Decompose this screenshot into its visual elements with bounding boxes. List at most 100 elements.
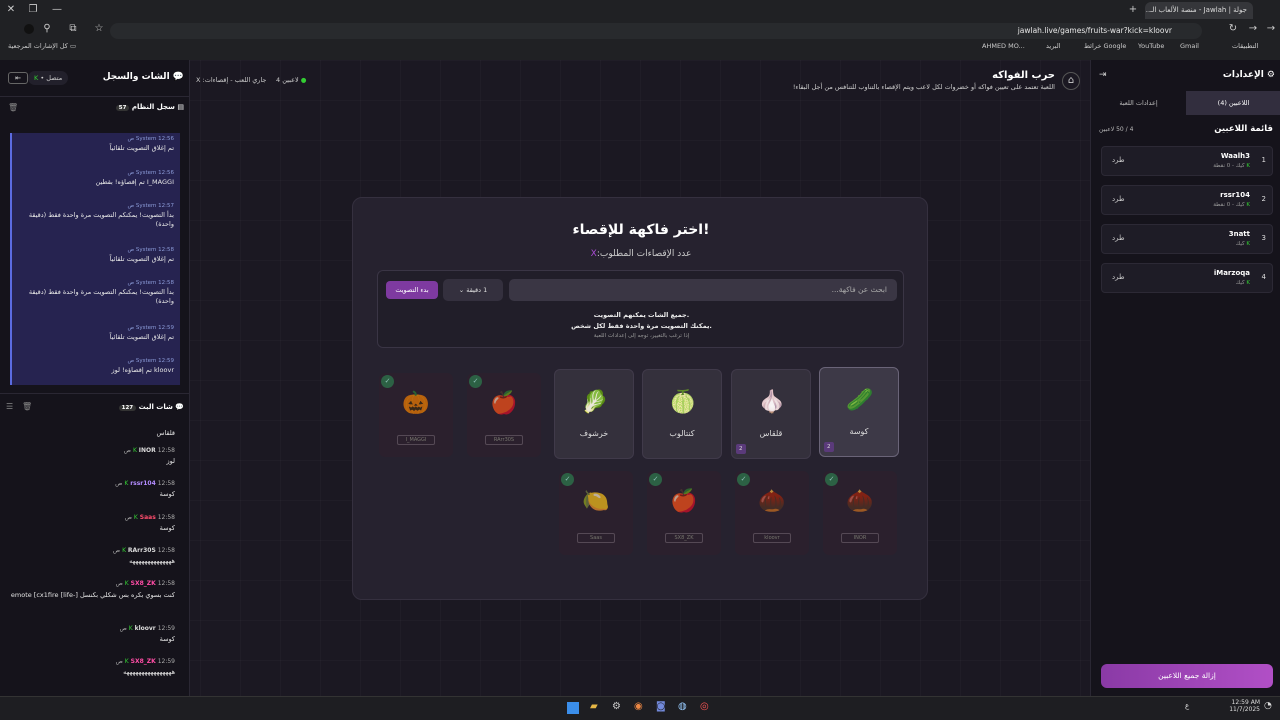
chrome-icon[interactable]: ◉ <box>634 701 643 712</box>
windows-start-icon[interactable] <box>567 702 579 714</box>
kick-button[interactable]: طرد <box>1112 273 1125 281</box>
chat-author: SX8_ZK <box>130 580 156 587</box>
chat-panel-title: 💬 الشات والسجل <box>102 72 184 82</box>
profile-icon[interactable] <box>24 24 34 34</box>
url-field[interactable]: jawlah.live/games/fruits-war?kick=kloovr <box>110 23 1202 39</box>
fruit-option[interactable]: 🍈 كنتالوب <box>642 369 722 459</box>
live-chat-header[interactable]: 💬 شات البث 127 <box>110 403 184 411</box>
page-title: حرب الفواكه <box>992 70 1055 81</box>
player-name: Waalh3 <box>1220 152 1250 160</box>
forward-icon[interactable]: → <box>1246 22 1260 36</box>
taskbar: ▰ ⚙ ◉ ◙ ◍ ◎ ع 12:59 AM 11/7/2025 ◔ <box>0 696 1280 720</box>
close-window-icon[interactable]: ✕ <box>4 3 18 17</box>
zucchini-icon: 🥒 <box>846 388 874 413</box>
required-label: عدد الإقصاءات المطلوب: <box>596 249 692 259</box>
eliminated-fruit: ✓ 🌰 INOR <box>823 471 897 555</box>
pumpkin-icon: 🎃 <box>402 391 430 416</box>
entry-text: kloovr تم إقصاؤه! لوز <box>111 366 174 374</box>
star-icon[interactable]: ☆ <box>92 22 106 36</box>
tab-bar: ✕ ❐ — + جولة | Jawlah - منصة الألعاب الـ… <box>0 0 1280 20</box>
bookmark-ahmed[interactable]: AHMED MO... <box>982 42 1025 58</box>
browser-tab[interactable]: جولة | Jawlah - منصة الألعاب الـ... <box>1145 2 1253 19</box>
kick-button[interactable]: طرد <box>1112 156 1125 164</box>
restore-window-icon[interactable]: ❐ <box>26 3 40 17</box>
clock[interactable]: 12:59 AM 11/7/2025 <box>1226 699 1260 713</box>
system-entry: System 12:57 ص بدأ التصويت! يمكنكم التصوي… <box>10 200 180 245</box>
bookmark-label: YouTube <box>1138 42 1165 50</box>
bookmark-folder-label: كل الإشارات المرجعية <box>8 42 68 50</box>
discord-icon[interactable]: ◙ <box>656 701 666 712</box>
apple-icon: 🍎 <box>670 489 698 514</box>
minimize-window-icon[interactable]: — <box>50 3 64 17</box>
check-icon: ✓ <box>561 473 574 486</box>
reload-icon[interactable]: ↻ <box>1226 22 1240 36</box>
bookmark-label: التطبيقات <box>1232 42 1259 50</box>
fruit-name: قلقاس <box>759 429 783 438</box>
live-chat-title: شات البث <box>138 403 173 411</box>
collapse-panel-icon[interactable]: ⇤ <box>8 72 28 84</box>
bookmark-label: البريد <box>1046 42 1061 50</box>
chat-author: rssr104 <box>130 480 156 487</box>
extensions-icon[interactable]: ⚲ <box>40 22 54 36</box>
entry-text: تم إغلاق التصويت تلقائياً <box>109 144 174 152</box>
chat-message: K INOR 12:58 ص لوز <box>0 447 185 465</box>
entry-author: System <box>135 325 157 331</box>
bookmark-youtube[interactable]: YouTube <box>1138 42 1164 58</box>
back-icon[interactable]: → <box>1264 22 1278 36</box>
bookmark-folder[interactable]: كل الإشارات المرجعية ▭ <box>8 42 76 58</box>
fruit-option[interactable]: 🥒 كوسة 2 <box>819 367 899 457</box>
url-text: jawlah.live/games/fruits-war?kick=kloovr <box>1017 26 1172 35</box>
bookmark-apps[interactable]: التطبيقات <box>1232 42 1258 58</box>
app-icon[interactable]: ◎ <box>700 701 709 712</box>
player-meta: K كيك - 0 نقطة <box>1213 202 1250 208</box>
eliminated-fruit: ✓ 🍎 RArr30S <box>467 373 541 457</box>
fruit-option[interactable]: 🧄 قلقاس 2 <box>731 369 811 459</box>
trash-icon[interactable]: 🗑 <box>22 402 32 411</box>
list-toggle-icon[interactable]: ☰ <box>6 402 13 411</box>
entry-text: بدأ التصويت! يمكنكم التصويت مرة واحدة فق… <box>28 288 174 306</box>
bookmark-gmail[interactable]: Gmail <box>1180 42 1199 58</box>
entry-author: System <box>135 136 157 142</box>
vote-count-badge: 2 <box>824 442 834 452</box>
steam-icon[interactable]: ◍ <box>678 701 687 712</box>
almond-icon: 🌰 <box>846 489 874 514</box>
eliminated-player-tag: I_MAGGI <box>397 435 435 445</box>
kick-button[interactable]: طرد <box>1112 195 1125 203</box>
player-meta: K كيك <box>1235 241 1250 247</box>
tab-players[interactable]: اللاعبين (4) <box>1186 91 1280 115</box>
fruit-search-input[interactable]: ابحث عن فاكهة... <box>509 279 897 301</box>
kick-button[interactable]: طرد <box>1112 234 1125 242</box>
chat-author: INOR <box>138 447 156 454</box>
info-line-2: يمكنك التصويت مرة واحدة فقط لكل شخص. <box>571 322 712 330</box>
file-explorer-icon[interactable]: ▰ <box>590 701 598 712</box>
start-vote-button[interactable]: بدء التصويت <box>386 281 438 299</box>
system-entry: System 12:56 ص I_MAGGI تم إقصاؤه! بقطين <box>10 167 180 201</box>
info-line-3: إذا ترغب بالتغيير، توجه إلى إعدادات اللع… <box>593 333 690 339</box>
apple-icon: 🍎 <box>490 391 518 416</box>
notification-icon[interactable]: ◔ <box>1264 701 1272 711</box>
settings-app-icon[interactable]: ⚙ <box>612 701 621 712</box>
tab-game-settings[interactable]: إعدادات اللعبة <box>1091 91 1186 115</box>
system-entry: System 12:58 ص بدأ التصويت! يمكنكم التصوي… <box>10 277 180 322</box>
player-row: 1 Waalh3 K كيك - 0 نقطة طرد <box>1101 146 1273 176</box>
system-log-header[interactable]: ▤ سجل النظام 57 <box>110 103 184 111</box>
check-icon: ✓ <box>825 473 838 486</box>
bookmark-mail[interactable]: البريد <box>1046 42 1061 58</box>
fruit-option[interactable]: 🥬 خرشوف <box>554 369 634 459</box>
settings-panel: ⇥ ⚙ الإعدادات اللاعبين (4) إعدادات اللعب… <box>1090 60 1280 696</box>
remove-all-players-button[interactable]: إزالة جميع اللاعبين <box>1101 664 1273 688</box>
downloads-icon[interactable]: ⧉ <box>66 22 80 36</box>
vote-card: اختر فاكهة للإقصاء! عدد الإقصاءات المطلو… <box>352 197 928 600</box>
player-meta-text: كيك - 0 نقطة <box>1213 202 1245 208</box>
system-entry: System 12:59 ص تم إغلاق التصويت تلقائياً <box>10 322 180 356</box>
bookmark-maps[interactable]: خرائط Google <box>1084 42 1126 58</box>
chat-author: Saas <box>139 514 156 521</box>
new-tab-icon[interactable]: + <box>1126 3 1140 17</box>
duration-select[interactable]: 1 دقيقة ⌄ <box>443 279 503 301</box>
language-indicator[interactable]: ع <box>1185 702 1189 710</box>
live-chat-count: 127 <box>118 405 137 411</box>
bookmark-label: Gmail <box>1180 42 1199 50</box>
collapse-panel-icon[interactable]: ⇥ <box>1099 70 1107 80</box>
home-icon[interactable]: ⌂ <box>1062 72 1080 90</box>
trash-icon[interactable]: 🗑 <box>8 103 18 112</box>
